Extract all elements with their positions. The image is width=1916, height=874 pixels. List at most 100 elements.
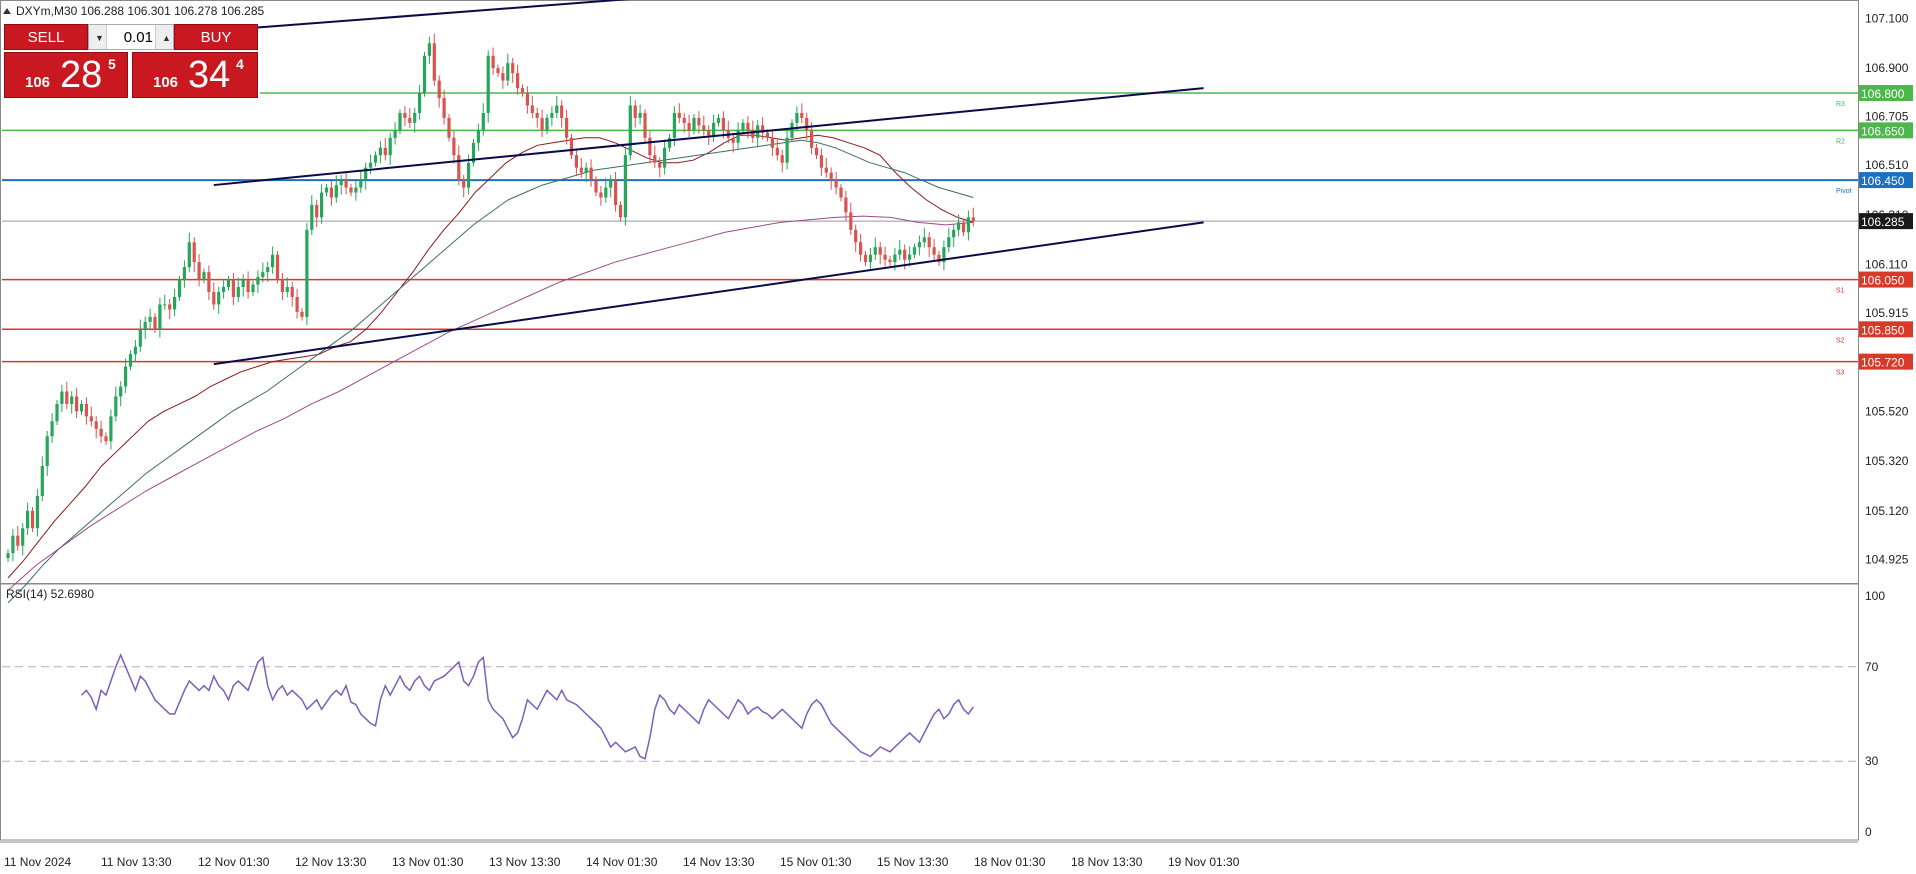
candle (408, 108, 412, 129)
candle (388, 132, 392, 165)
candle-body (922, 237, 926, 243)
candle (246, 271, 250, 299)
level-price-label-r3: 106.800 (1861, 87, 1905, 101)
candle-body (222, 287, 226, 292)
candle (133, 339, 137, 363)
candle (251, 280, 255, 296)
candle (707, 125, 711, 146)
candle-body (163, 304, 167, 306)
candle (770, 131, 774, 156)
candle (486, 50, 490, 123)
candle-body (952, 229, 956, 238)
candle-body (339, 180, 343, 186)
time-axis-label: 15 Nov 01:30 (780, 855, 852, 869)
chart-canvas[interactable]: DXYm,M30 106.288 106.301 106.278 106.285… (0, 0, 1916, 874)
candle-body (437, 80, 441, 99)
candle-body (658, 162, 662, 168)
price-axis-label: 106.110 (1865, 258, 1908, 272)
candle (947, 227, 951, 253)
candle (378, 141, 382, 164)
trendline-3[interactable] (213, 221, 1204, 366)
candle-body (217, 292, 221, 305)
candle-body (119, 386, 123, 397)
candle (878, 242, 882, 265)
candle-body (398, 112, 402, 131)
candle-body (731, 137, 735, 143)
candle-body (45, 436, 49, 467)
buy-price-button[interactable]: 106 34 4 (132, 52, 258, 98)
candle-body (496, 68, 500, 74)
candle-body (26, 510, 30, 529)
candle (839, 183, 843, 202)
time-axis-label: 11 Nov 2024 (4, 855, 71, 869)
candle-body (795, 112, 799, 123)
candle-body (589, 167, 593, 181)
candle-body (457, 155, 461, 181)
candle (393, 122, 397, 145)
candle (280, 272, 284, 301)
candle (702, 115, 706, 136)
candle (11, 529, 15, 562)
candle-body (447, 117, 451, 138)
price-axis-label: 105.915 (1865, 306, 1909, 320)
candle (6, 549, 10, 562)
candle (712, 114, 716, 143)
candle (173, 288, 177, 317)
candle-body (609, 180, 613, 188)
candle-body (452, 137, 456, 156)
lot-increase-icon[interactable]: ▲ (155, 25, 173, 49)
candle-body (814, 147, 819, 156)
candle-body (442, 98, 446, 118)
candle-body (202, 272, 206, 280)
sell-price-handle: 106 (25, 74, 51, 91)
price-axis-label: 106.705 (1865, 110, 1909, 124)
candle-body (677, 112, 681, 118)
buy-button[interactable]: BUY (174, 24, 258, 50)
sell-button[interactable]: SELL (4, 24, 88, 50)
candle-body (290, 287, 294, 297)
collapse-arrow-icon[interactable] (3, 8, 11, 14)
trendline-1[interactable] (213, 0, 733, 32)
price-axis-label: 105.320 (1865, 454, 1909, 468)
candle (638, 104, 642, 125)
lot-size-input[interactable] (107, 25, 155, 49)
price-axis-label: 105.520 (1865, 404, 1909, 418)
candle (560, 100, 564, 128)
buy-price-fraction: 4 (236, 56, 244, 72)
candle-body (491, 55, 495, 69)
candle-body (35, 495, 39, 529)
candle-body (104, 436, 108, 442)
lot-size-stepper[interactable]: ▼ ▲ (88, 24, 174, 50)
candle-body (565, 117, 569, 138)
sell-price-button[interactable]: 106 28 5 (4, 52, 128, 98)
candle-body (692, 117, 696, 131)
candle-body (569, 137, 574, 156)
candle (422, 52, 427, 97)
time-axis-label: 18 Nov 01:30 (974, 855, 1046, 869)
candle-body (285, 287, 289, 292)
time-axis-label: 13 Nov 01:30 (392, 855, 464, 869)
candle-body (40, 466, 44, 496)
trendline-2[interactable] (213, 87, 1204, 187)
candle-body (961, 222, 966, 233)
candle-body (305, 229, 309, 317)
lot-decrease-icon[interactable]: ▼ (89, 25, 107, 49)
candle (819, 148, 823, 176)
candle (418, 84, 422, 120)
candle-body (197, 262, 201, 280)
candle-body (927, 237, 931, 248)
candle-body (124, 366, 128, 387)
candle-body (295, 296, 299, 312)
candle-body (501, 73, 505, 81)
candle-body (917, 242, 921, 248)
rsi-axis-label: 30 (1865, 754, 1879, 768)
candle-body (310, 204, 314, 230)
candle-body (21, 528, 25, 546)
candle (168, 299, 172, 320)
candle-body (16, 535, 20, 546)
time-axis-label: 12 Nov 13:30 (295, 855, 367, 869)
candle-body (819, 155, 823, 168)
candle (354, 180, 358, 201)
candle (520, 84, 525, 97)
candle-body (574, 155, 578, 168)
